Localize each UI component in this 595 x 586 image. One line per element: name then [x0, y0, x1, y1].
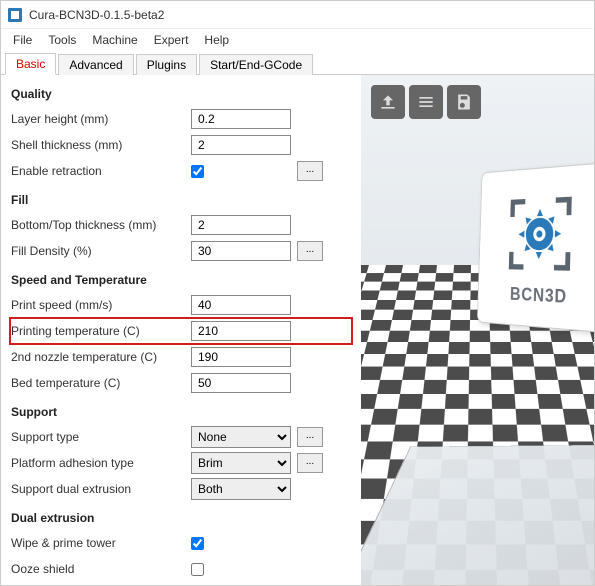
section-dual-extrusion: Dual extrusion [11, 511, 351, 525]
section-speed-temperature: Speed and Temperature [11, 273, 351, 287]
label-print-speed: Print speed (mm/s) [11, 298, 191, 312]
label-layer-height: Layer height (mm) [11, 112, 191, 126]
checkbox-enable-retraction[interactable] [191, 165, 204, 178]
fill-settings-button[interactable]: ... [297, 241, 323, 261]
row-enable-retraction: Enable retraction ... [11, 159, 351, 183]
menu-machine[interactable]: Machine [84, 31, 145, 49]
content-area: Quality Layer height (mm) Shell thicknes… [1, 75, 594, 585]
row-support-dual-extrusion: Support dual extrusion Both [11, 477, 351, 501]
label-platform-adhesion: Platform adhesion type [11, 456, 191, 470]
row-nozzle2-temperature: 2nd nozzle temperature (C) [11, 345, 351, 369]
tab-plugins[interactable]: Plugins [136, 54, 197, 75]
row-bed-temperature: Bed temperature (C) [11, 371, 351, 395]
tab-start-end-gcode[interactable]: Start/End-GCode [199, 54, 313, 75]
section-quality: Quality [11, 87, 351, 101]
label-enable-retraction: Enable retraction [11, 164, 191, 178]
menu-help[interactable]: Help [196, 31, 237, 49]
checkbox-ooze-shield[interactable] [191, 563, 204, 576]
view-mode-button[interactable] [409, 85, 443, 119]
section-fill: Fill [11, 193, 351, 207]
viewport-toolbar [371, 85, 481, 119]
row-wipe-prime-tower: Wipe & prime tower [11, 531, 351, 555]
input-layer-height[interactable] [191, 109, 291, 129]
brand-label: BCN3D [510, 283, 568, 307]
row-bottom-top-thickness: Bottom/Top thickness (mm) [11, 213, 351, 237]
label-support-dual-extrusion: Support dual extrusion [11, 482, 191, 496]
label-printing-temperature: Printing temperature (C) [11, 324, 191, 338]
input-bed-temperature[interactable] [191, 373, 291, 393]
row-support-type: Support type None ... [11, 425, 351, 449]
input-nozzle2-temperature[interactable] [191, 347, 291, 367]
label-support-type: Support type [11, 430, 191, 444]
tab-bar: Basic Advanced Plugins Start/End-GCode [1, 51, 594, 75]
row-layer-height: Layer height (mm) [11, 107, 351, 131]
label-shell-thickness: Shell thickness (mm) [11, 138, 191, 152]
settings-panel: Quality Layer height (mm) Shell thicknes… [1, 75, 361, 585]
row-printing-temperature: Printing temperature (C) [11, 319, 351, 343]
title-bar: Cura-BCN3D-0.1.5-beta2 [1, 1, 594, 29]
select-support-dual-extrusion[interactable]: Both [191, 478, 291, 500]
tab-advanced[interactable]: Advanced [58, 54, 133, 75]
load-model-button[interactable] [371, 85, 405, 119]
input-print-speed[interactable] [191, 295, 291, 315]
label-bed-temperature: Bed temperature (C) [11, 376, 191, 390]
label-fill-density: Fill Density (%) [11, 244, 191, 258]
menu-tools[interactable]: Tools [40, 31, 84, 49]
input-printing-temperature[interactable] [191, 321, 291, 341]
adhesion-settings-button[interactable]: ... [297, 453, 323, 473]
menu-bar: File Tools Machine Expert Help [1, 29, 594, 51]
app-icon [7, 7, 23, 23]
menu-file[interactable]: File [5, 31, 40, 49]
section-support: Support [11, 405, 351, 419]
row-print-speed: Print speed (mm/s) [11, 293, 351, 317]
input-bottom-top-thickness[interactable] [191, 215, 291, 235]
select-platform-adhesion[interactable]: Brim [191, 452, 291, 474]
app-window: Cura-BCN3D-0.1.5-beta2 File Tools Machin… [0, 0, 595, 586]
menu-expert[interactable]: Expert [146, 31, 197, 49]
input-shell-thickness[interactable] [191, 135, 291, 155]
row-fill-density: Fill Density (%) ... [11, 239, 351, 263]
label-bottom-top-thickness: Bottom/Top thickness (mm) [11, 218, 191, 232]
tab-basic[interactable]: Basic [5, 53, 56, 75]
label-ooze-shield: Ooze shield [11, 562, 191, 576]
save-button[interactable] [447, 85, 481, 119]
row-shell-thickness: Shell thickness (mm) [11, 133, 351, 157]
select-support-type[interactable]: None [191, 426, 291, 448]
row-ooze-shield: Ooze shield [11, 557, 351, 581]
bcn3d-logo-card: BCN3D [477, 162, 594, 333]
row-platform-adhesion: Platform adhesion type Brim ... [11, 451, 351, 475]
support-settings-button[interactable]: ... [297, 427, 323, 447]
viewport-3d[interactable]: BCN3D [361, 75, 594, 585]
gear-icon [501, 186, 580, 279]
label-wipe-prime-tower: Wipe & prime tower [11, 536, 191, 550]
checkbox-wipe-prime-tower[interactable] [191, 537, 204, 550]
retraction-settings-button[interactable]: ... [297, 161, 323, 181]
window-title: Cura-BCN3D-0.1.5-beta2 [29, 8, 164, 22]
label-nozzle2-temperature: 2nd nozzle temperature (C) [11, 350, 191, 364]
input-fill-density[interactable] [191, 241, 291, 261]
